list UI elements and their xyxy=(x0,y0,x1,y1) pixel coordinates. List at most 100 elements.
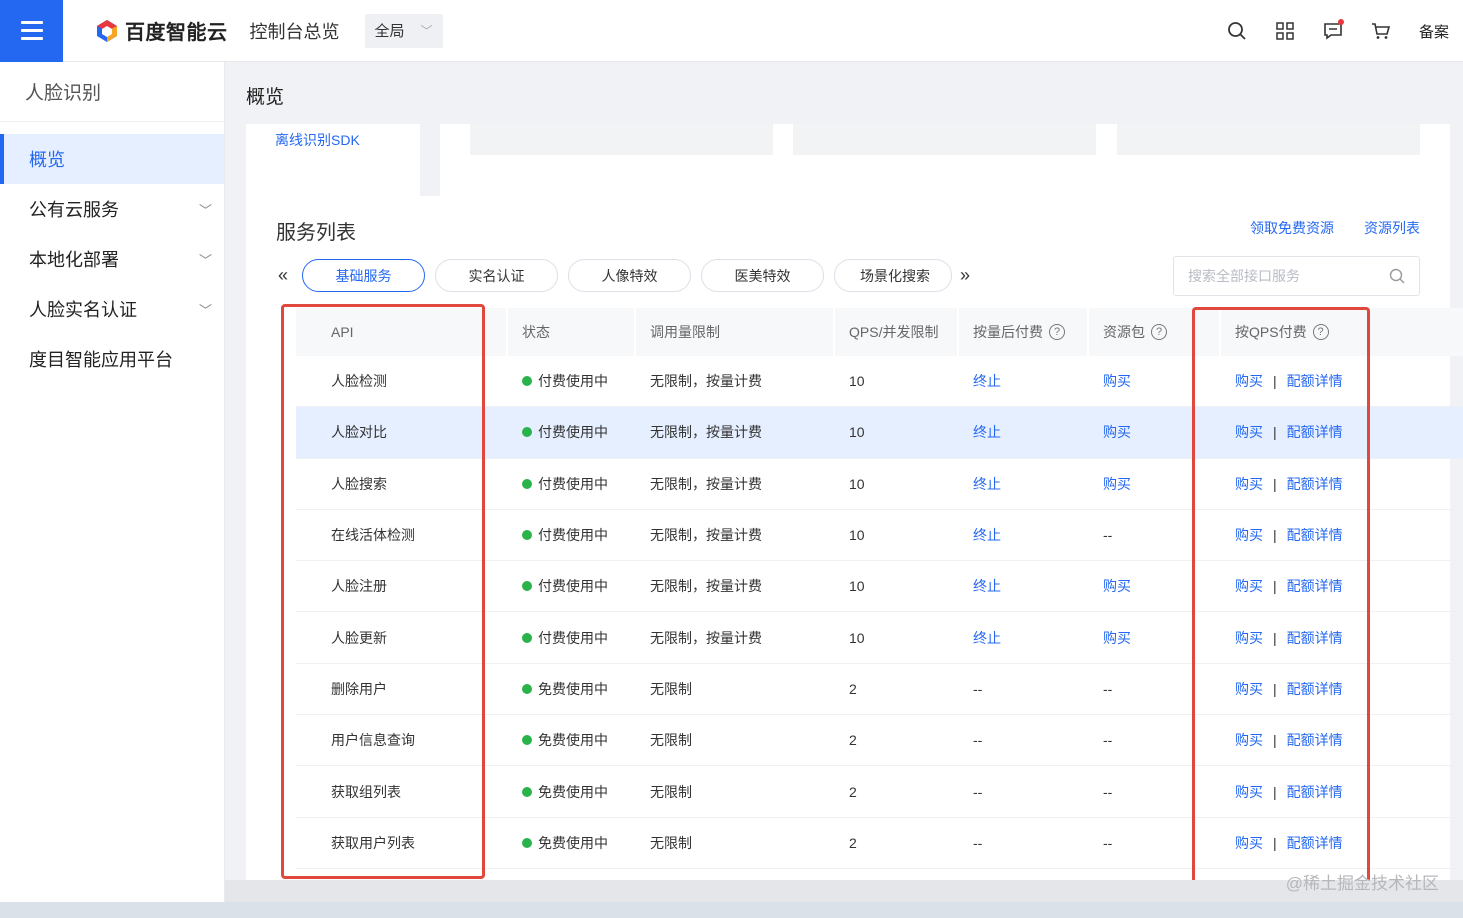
terminate-link[interactable]: 终止 xyxy=(959,612,1089,662)
sidebar-item-label: 人脸实名认证 xyxy=(29,300,137,320)
qps-cell: 10 xyxy=(849,527,865,544)
service-list-title: 服务列表 xyxy=(276,222,356,244)
search-icon xyxy=(1389,268,1405,284)
column-qps: QPS/并发限制 xyxy=(835,308,959,356)
sidebar-item-label: 度目智能应用平台 xyxy=(29,350,173,370)
cart-icon[interactable] xyxy=(1357,0,1405,62)
beian-link[interactable]: 备案 xyxy=(1405,21,1463,42)
sidebar-item-label: 本地化部署 xyxy=(29,250,119,270)
status-dot-icon xyxy=(522,376,532,387)
help-icon[interactable]: ? xyxy=(1151,324,1167,340)
brand-logo[interactable]: 百度智能云 xyxy=(95,16,228,45)
status-cell: 免费使用中 xyxy=(508,715,636,765)
sidebar-item-label: 公有云服务 xyxy=(29,200,119,220)
status-dot-icon xyxy=(522,837,532,848)
baidu-cloud-logo-icon xyxy=(97,19,117,42)
tab-realname-auth[interactable]: 实名认证 xyxy=(435,259,558,292)
postpaid-empty: -- xyxy=(973,680,983,697)
postpaid-empty: -- xyxy=(973,783,983,800)
terminate-link[interactable]: 终止 xyxy=(959,510,1089,560)
status-cell: 付费使用中 xyxy=(508,459,636,509)
sidebar-item-local-deploy[interactable]: 本地化部署 ﹀ xyxy=(0,234,224,284)
quota-cell: 无限制，按量计费 xyxy=(650,629,762,646)
placeholder-block xyxy=(1117,124,1420,155)
tab-medical-beauty[interactable]: 医美特效 xyxy=(701,259,824,292)
free-resource-link[interactable]: 领取免费资源 xyxy=(1250,218,1334,238)
status-dot-icon xyxy=(522,427,532,438)
status-cell: 付费使用中 xyxy=(508,561,636,611)
quota-cell: 无限制 xyxy=(650,834,692,851)
quota-cell: 无限制 xyxy=(650,732,692,749)
status-dot-icon xyxy=(522,478,532,489)
tab-portrait-effects[interactable]: 人像特效 xyxy=(568,259,691,292)
terminate-link[interactable]: 终止 xyxy=(959,356,1089,406)
watermark: @稀土掘金技术社区 xyxy=(1285,874,1439,893)
postpaid-empty: -- xyxy=(973,732,983,749)
qps-cell: 10 xyxy=(849,578,865,595)
status-cell: 付费使用中 xyxy=(508,612,636,662)
message-icon[interactable] xyxy=(1309,0,1357,62)
console-overview-link[interactable]: 控制台总览 xyxy=(250,18,340,44)
status-dot-icon xyxy=(522,786,532,797)
qps-cell: 10 xyxy=(849,373,865,390)
postpaid-empty: -- xyxy=(973,834,983,851)
status-text: 免费使用中 xyxy=(538,834,608,851)
double-chevron-right-icon[interactable]: » xyxy=(960,265,984,286)
sidebar-item-label: 概览 xyxy=(29,150,65,170)
status-text: 付费使用中 xyxy=(538,373,608,390)
column-status: 状态 xyxy=(508,308,636,356)
offline-sdk-link[interactable]: 离线识别SDK xyxy=(275,130,360,150)
status-dot-icon xyxy=(522,632,532,643)
qps-cell: 2 xyxy=(849,680,857,697)
sidebar-item-dumu-platform[interactable]: 度目智能应用平台 xyxy=(0,334,224,384)
chevron-down-icon: ﹀ xyxy=(198,302,212,318)
status-text: 付费使用中 xyxy=(538,578,608,595)
qps-cell: 2 xyxy=(849,834,857,851)
sidebar-item-public-cloud[interactable]: 公有云服务 ﹀ xyxy=(0,184,224,234)
grid-apps-icon[interactable] xyxy=(1261,0,1309,62)
status-dot-icon xyxy=(522,683,532,694)
placeholder-block xyxy=(793,124,1096,155)
terminate-link[interactable]: 终止 xyxy=(959,407,1089,457)
qps-cell: 2 xyxy=(849,732,857,749)
double-chevron-left-icon[interactable]: « xyxy=(278,265,302,286)
page-title: 概览 xyxy=(246,87,285,108)
quota-cell: 无限制，按量计费 xyxy=(650,578,762,595)
api-search-input[interactable]: 搜索全部接口服务 xyxy=(1173,256,1420,296)
menu-icon[interactable] xyxy=(0,0,63,62)
terminate-link[interactable]: 终止 xyxy=(959,561,1089,611)
annotation-box-api xyxy=(281,304,485,879)
sidebar: 人脸识别 概览 公有云服务 ﹀ 本地化部署 ﹀ 人脸实名认证 ﹀ 度目智能应用平… xyxy=(0,62,225,918)
scope-select[interactable]: 全局 ﹀ xyxy=(364,13,443,48)
quota-cell: 无限制 xyxy=(650,783,692,800)
terminate-link[interactable]: 终止 xyxy=(959,459,1089,509)
status-text: 付费使用中 xyxy=(538,475,608,492)
horizontal-scrollbar[interactable] xyxy=(225,880,1463,902)
column-label: 资源包 xyxy=(1103,324,1145,340)
status-text: 免费使用中 xyxy=(538,680,608,697)
status-cell: 付费使用中 xyxy=(508,407,636,457)
tab-scenario-search[interactable]: 场景化搜索 xyxy=(834,259,952,292)
chevron-down-icon: ﹀ xyxy=(198,202,212,218)
column-quota: 调用量限制 xyxy=(636,308,835,356)
top-header: 百度智能云 控制台总览 全局 ﹀ 备案 xyxy=(0,0,1463,62)
quota-cell: 无限制 xyxy=(650,680,692,697)
main-content: 概览 离线识别SDK 服务列表 领取免费资源 资源列表 « 基础服务 实名认证 … xyxy=(225,62,1463,918)
search-icon[interactable] xyxy=(1213,0,1261,62)
resource-list-link[interactable]: 资源列表 xyxy=(1364,218,1420,238)
status-cell: 付费使用中 xyxy=(508,510,636,560)
sidebar-item-realname-auth[interactable]: 人脸实名认证 ﹀ xyxy=(0,284,224,334)
status-text: 免费使用中 xyxy=(538,732,608,749)
quota-cell: 无限制，按量计费 xyxy=(650,475,762,492)
quota-cell: 无限制，按量计费 xyxy=(650,527,762,544)
sidebar-item-overview[interactable]: 概览 xyxy=(0,134,224,184)
qps-cell: 10 xyxy=(849,475,865,492)
tab-basic-service[interactable]: 基础服务 xyxy=(302,259,425,292)
help-icon[interactable]: ? xyxy=(1049,324,1065,340)
status-dot-icon xyxy=(522,735,532,746)
sidebar-title: 人脸识别 xyxy=(0,62,224,122)
status-cell: 免费使用中 xyxy=(508,818,636,868)
chevron-down-icon: ﹀ xyxy=(420,24,433,38)
column-postpaid: 按量后付费 ? xyxy=(959,308,1089,356)
qps-cell: 10 xyxy=(849,629,865,646)
